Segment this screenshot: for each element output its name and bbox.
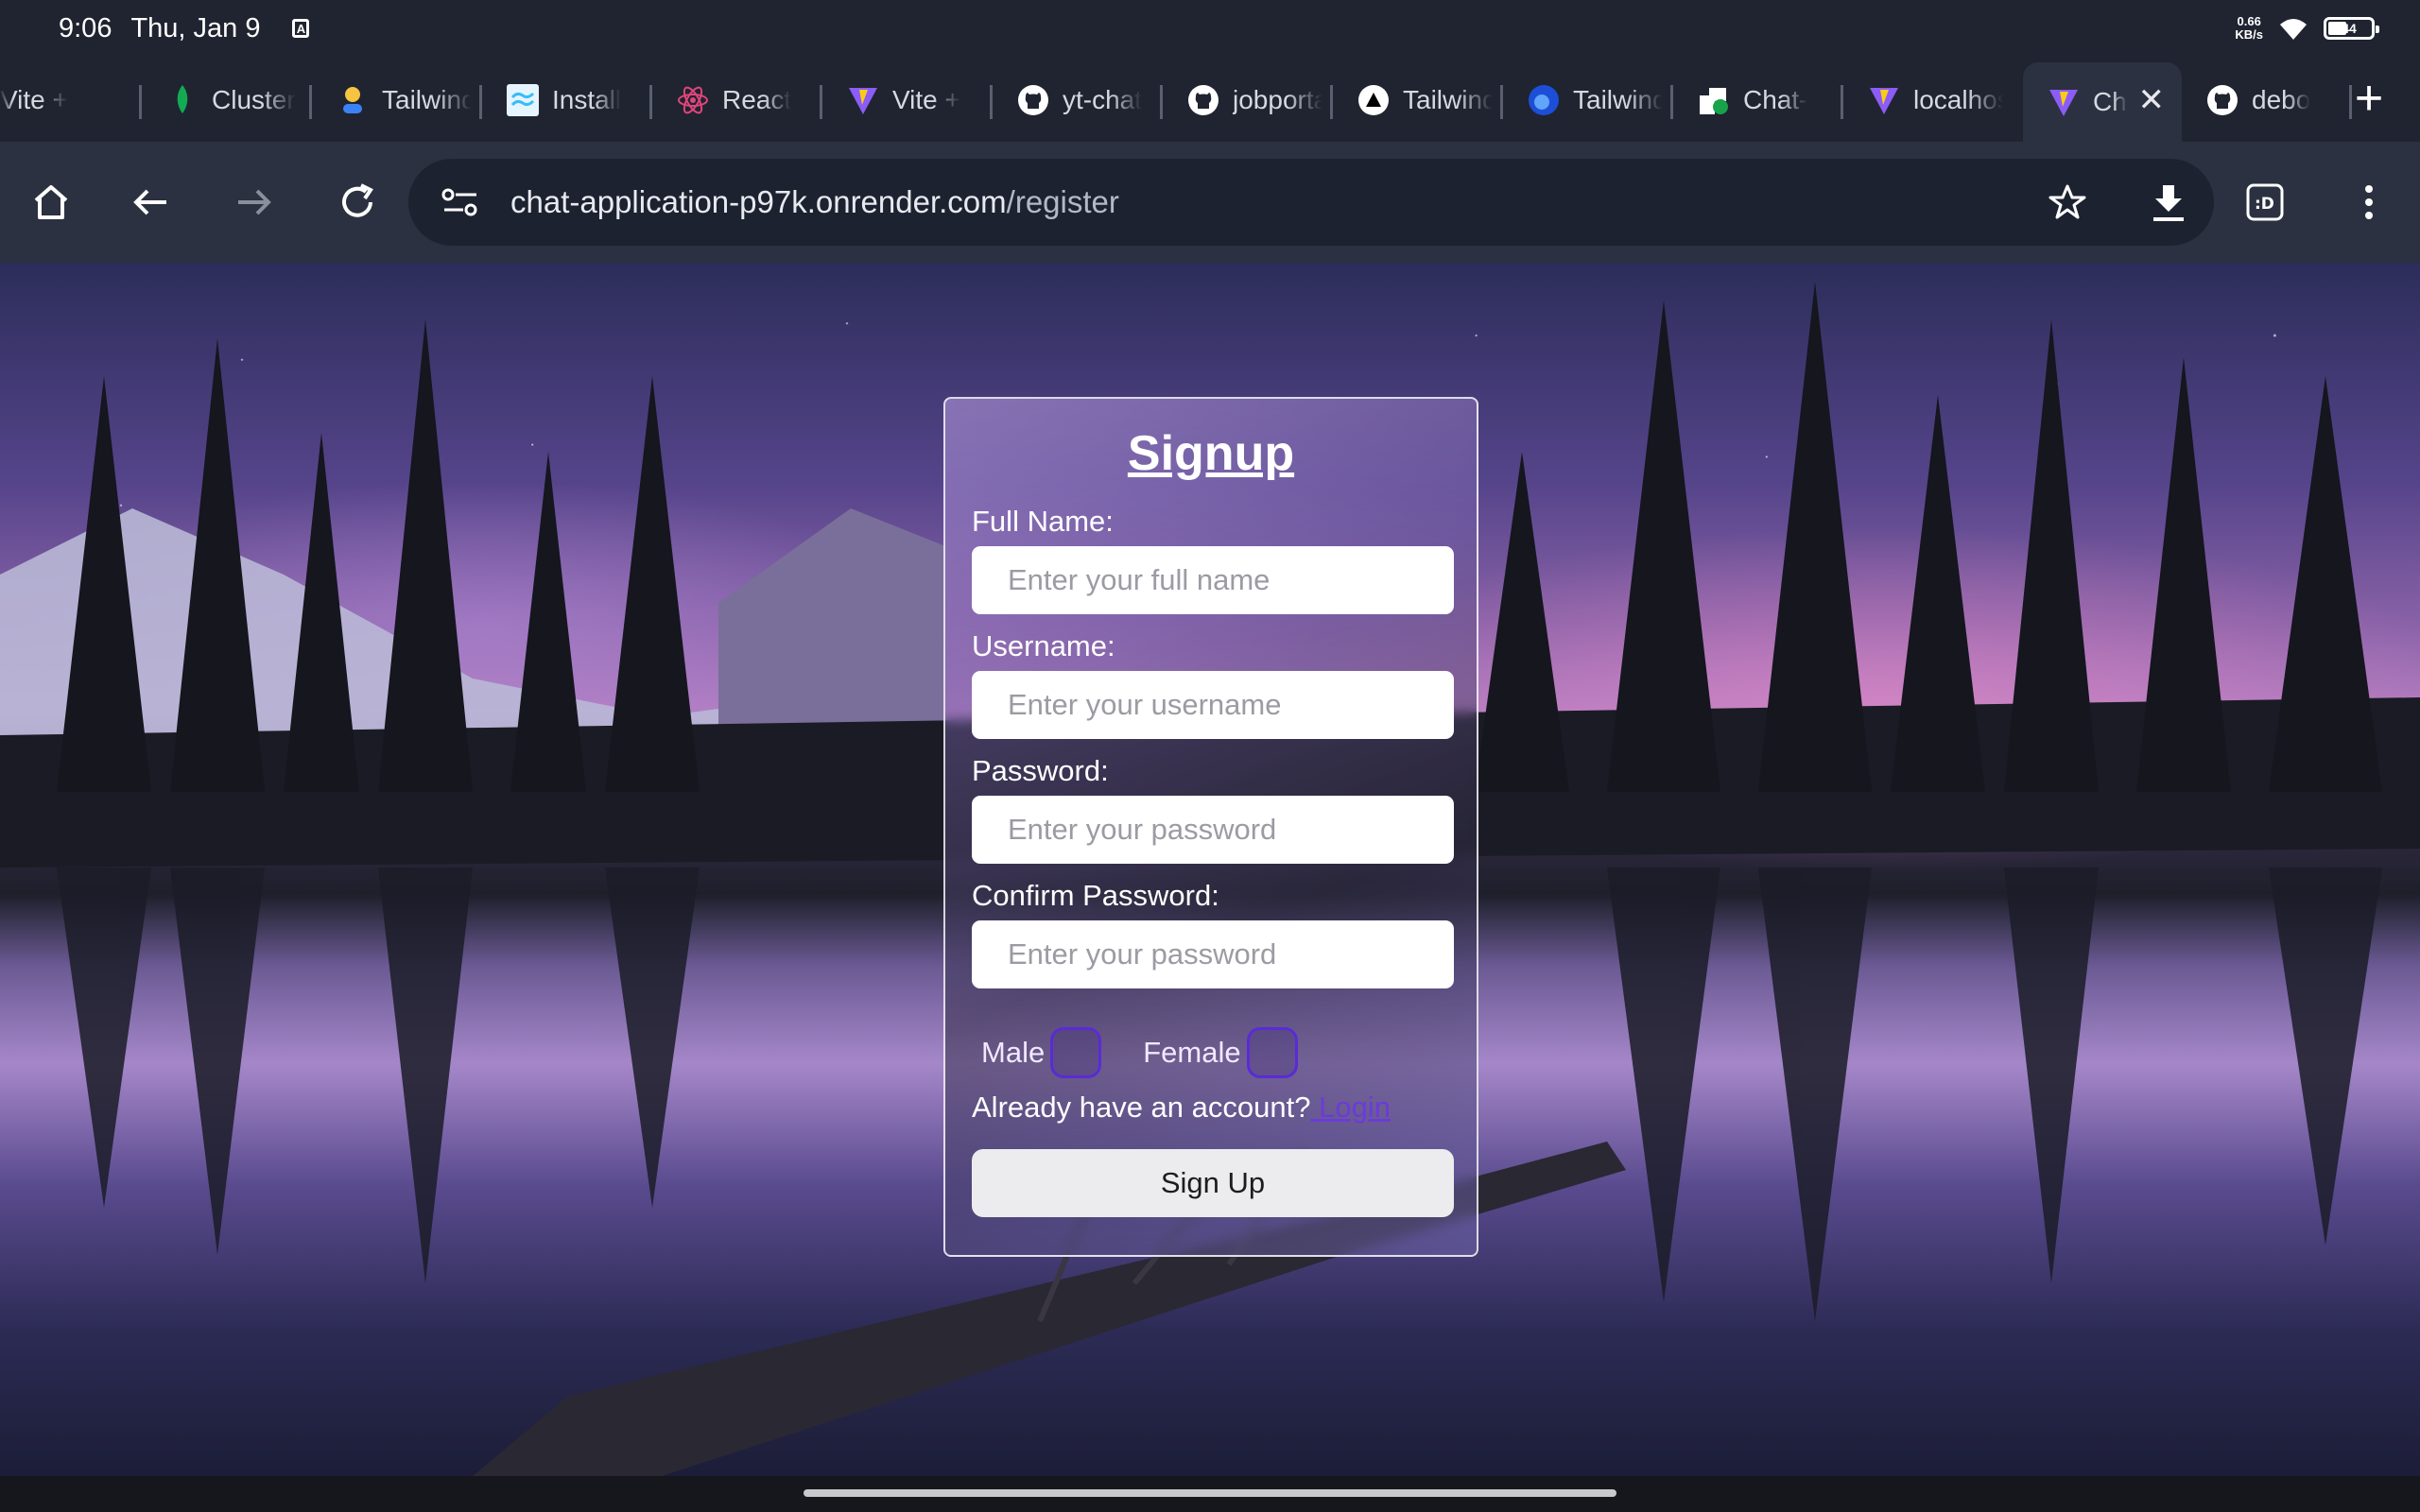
tab-cluster[interactable]: Cluster: [142, 62, 312, 138]
menu-button[interactable]: [2341, 174, 2397, 231]
tab-label: Cluster: [212, 85, 296, 114]
home-button[interactable]: [23, 174, 79, 231]
download-icon[interactable]: [2150, 181, 2187, 223]
more-vert-icon: [2365, 185, 2373, 219]
url-text[interactable]: chat-application-p97k.onrender.com/regis…: [510, 184, 1119, 220]
tab-chat-active[interactable]: Ch ✕: [2023, 62, 2182, 142]
tailwind-icon: [507, 84, 539, 116]
vite-icon: [2048, 86, 2080, 118]
tab-label: Tailwind: [1403, 85, 1493, 114]
tab-label: Tailwind: [1573, 85, 1663, 114]
confirm-password-label: Confirm Password:: [972, 879, 1219, 912]
tab-install[interactable]: Install: [482, 62, 652, 138]
arrow-right-icon: [238, 189, 271, 215]
tab-jobportal[interactable]: jobportal: [1163, 62, 1333, 138]
reload-button[interactable]: [329, 174, 386, 231]
browser-toolbar: chat-application-p97k.onrender.com/regis…: [0, 142, 2420, 263]
male-checkbox[interactable]: [1050, 1027, 1102, 1078]
site-settings-icon[interactable]: [441, 186, 480, 218]
battery-icon: 44: [2324, 17, 2379, 40]
login-prompt: Already have an account? Login: [972, 1091, 1450, 1128]
username-input[interactable]: [972, 671, 1454, 739]
close-tab-icon[interactable]: ✕: [2138, 81, 2166, 119]
tab-label: Ch: [2093, 87, 2127, 116]
github-icon: [1017, 84, 1049, 116]
tab-localhost[interactable]: localhost: [1843, 62, 2014, 138]
tab-vite-plus-1[interactable]: Vite +: [0, 62, 142, 138]
confirm-password-input[interactable]: [972, 920, 1454, 988]
password-label: Password:: [972, 754, 1109, 787]
vercel-icon: [1357, 84, 1390, 116]
tab-label: yt-chat: [1063, 85, 1143, 114]
tab-vite-plus-2[interactable]: Vite +: [822, 62, 993, 138]
arrow-left-icon: [133, 189, 166, 215]
tab-label: jobportal: [1233, 85, 1322, 114]
tab-yt-chat[interactable]: yt-chat: [993, 62, 1163, 138]
gesture-handle[interactable]: [804, 1489, 1616, 1497]
network-speed-value: 0.66: [2237, 14, 2261, 28]
tab-label: Vite +: [0, 85, 68, 114]
tab-react[interactable]: React: [652, 62, 822, 138]
new-tab-button[interactable]: +: [2342, 74, 2395, 127]
gender-selector: Male Female: [972, 1026, 1450, 1079]
tab-tailwind-2[interactable]: Tailwind: [1333, 62, 1503, 138]
tab-label: Vite +: [892, 85, 960, 114]
login-link[interactable]: Login: [1310, 1091, 1391, 1124]
tab-label: Install: [552, 85, 622, 114]
login-prompt-text: Already have an account?: [972, 1091, 1311, 1124]
female-label: Female: [1143, 1036, 1241, 1069]
forward-button[interactable]: [225, 174, 282, 231]
signup-title: Signup: [1127, 426, 1295, 481]
browser-tab-strip: Vite + Cluster Tailwind Install React Vi…: [0, 57, 2420, 142]
system-status-bar: 9:06 Thu, Jan 9 A 0.66 KB/s 44: [0, 0, 2420, 57]
tab-debo[interactable]: debo: [2182, 62, 2352, 138]
react-icon: [677, 84, 709, 116]
github-icon: [1187, 84, 1219, 116]
tab-label: localhost: [1913, 85, 2003, 114]
date: Thu, Jan 9: [130, 12, 261, 43]
male-label: Male: [981, 1036, 1046, 1069]
tab-label: debo: [2252, 85, 2311, 114]
password-input[interactable]: [972, 796, 1454, 864]
signup-form: Signup Full Name: Username: Password: Co…: [943, 397, 1478, 1257]
tab-chat[interactable]: Chat-: [1673, 62, 1843, 138]
username-label: Username:: [972, 629, 1115, 662]
home-icon: [34, 185, 68, 219]
tab-label: Tailwind: [382, 85, 472, 114]
extension-button[interactable]: :D: [2237, 174, 2293, 231]
extension-icon: :D: [2246, 183, 2284, 221]
tab-label: React: [722, 85, 792, 114]
fullname-label: Full Name:: [972, 505, 1114, 538]
url-path: /register: [1006, 184, 1119, 219]
vite-icon: [1868, 84, 1900, 116]
female-checkbox[interactable]: [1246, 1027, 1298, 1078]
network-speed: 0.66 KB/s: [2235, 15, 2263, 42]
network-speed-unit: KB/s: [2235, 27, 2263, 42]
tab-label: Chat-: [1743, 85, 1808, 114]
url-host: chat-application-p97k.onrender.com: [510, 184, 1007, 219]
tab-tailwind-3[interactable]: Tailwind: [1503, 62, 1673, 138]
clock: 9:06: [59, 12, 112, 43]
reload-icon: [342, 183, 373, 217]
tab-tailwind-1[interactable]: Tailwind: [312, 62, 482, 138]
notification-a-icon: A: [292, 19, 310, 38]
wifi-icon: [2280, 19, 2307, 40]
fullname-input[interactable]: [972, 546, 1454, 614]
svg-text::D: :D: [2255, 195, 2274, 214]
render-icon: [1698, 84, 1730, 116]
flowbite-icon: [1528, 84, 1560, 116]
page-viewport: Signup Full Name: Username: Password: Co…: [0, 263, 2420, 1476]
address-bar[interactable]: chat-application-p97k.onrender.com/regis…: [408, 159, 2214, 246]
bookmark-star-icon[interactable]: [2048, 182, 2087, 222]
signup-button[interactable]: Sign Up: [972, 1149, 1454, 1217]
back-button[interactable]: [123, 174, 180, 231]
vite-icon: [847, 84, 879, 116]
mongodb-leaf-icon: [166, 84, 199, 116]
tailwind-avatar-icon: [337, 84, 369, 116]
github-icon: [2206, 84, 2238, 116]
battery-level: 44: [2342, 21, 2357, 36]
